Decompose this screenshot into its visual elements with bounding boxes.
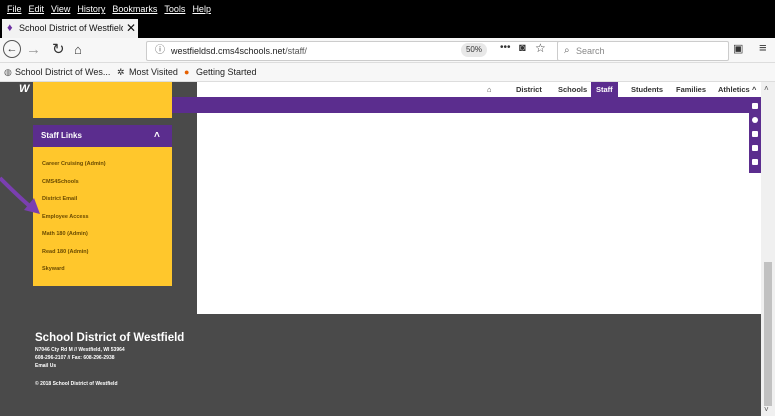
nav-schools[interactable]: Schools <box>558 82 587 97</box>
staff-link-cms4schools[interactable]: CMS4Schools <box>42 179 79 185</box>
footer-copyright: © 2018 School District of Westfield <box>35 381 118 387</box>
quick-link-icon[interactable] <box>752 103 758 109</box>
url-path: /staff/ <box>285 46 307 56</box>
menu-bar: File Edit View History Bookmarks Tools Help <box>0 0 775 19</box>
back-button[interactable]: ← <box>3 40 21 58</box>
site-info-icon[interactable]: ⓘ <box>155 42 165 60</box>
chevron-up-icon[interactable]: ˄ <box>154 125 160 147</box>
tab-close-icon[interactable]: ✕ <box>126 19 136 38</box>
menu-file[interactable]: File <box>7 0 22 19</box>
sidebar-top-panel <box>33 82 172 118</box>
bookmark-school-district[interactable]: School District of Wes... <box>15 63 110 81</box>
menu-tools[interactable]: Tools <box>164 0 185 19</box>
site-top-nav: ⌂ District Schools Staff Students Famili… <box>197 82 761 97</box>
bookmark-getting-started[interactable]: Getting Started <box>196 63 257 81</box>
bookmark-most-visited[interactable]: Most Visited <box>129 63 178 81</box>
nav-athletics[interactable]: Athletics <box>718 82 750 97</box>
bookmark-star-icon[interactable]: ☆ <box>535 41 546 55</box>
sidebar-toggle-icon[interactable]: ▣ <box>733 42 743 55</box>
search-placeholder: Search <box>576 46 605 56</box>
menu-view[interactable]: View <box>51 0 70 19</box>
nav-district[interactable]: District <box>516 82 542 97</box>
menu-help[interactable]: Help <box>192 0 211 19</box>
district-logo-icon[interactable]: W <box>19 83 29 95</box>
quick-link-icon[interactable] <box>752 117 758 123</box>
zoom-indicator[interactable]: 50% <box>461 43 487 57</box>
page-actions-icon[interactable]: ••• <box>500 42 511 53</box>
forward-button[interactable]: → <box>26 41 41 59</box>
calendar-icon[interactable] <box>752 145 758 151</box>
quick-link-icon[interactable] <box>752 131 758 137</box>
menu-edit[interactable]: Edit <box>29 0 45 19</box>
url-text: westfieldsd.cms4schools.net/staff/ <box>171 42 307 60</box>
search-input[interactable]: ⌕ Search <box>557 41 729 61</box>
footer-phone: 608-296-2107 // Fax: 608-296-2938 <box>35 355 115 361</box>
hamburger-menu-icon[interactable]: ≡ <box>759 40 767 55</box>
footer-title: School District of Westfield <box>35 332 185 344</box>
home-icon[interactable]: ⌂ <box>487 82 492 97</box>
staff-link-skyward[interactable]: Skyward <box>42 266 65 272</box>
staff-links-header[interactable]: Staff Links ˄ <box>33 125 172 147</box>
scroll-up-icon[interactable]: ˄ <box>764 84 769 93</box>
chevron-up-icon[interactable]: ^ <box>752 82 756 97</box>
reload-button[interactable]: ↻ <box>52 41 65 59</box>
search-icon: ⌕ <box>564 45 570 56</box>
purple-banner <box>172 97 761 113</box>
favicon-icon: ♦ <box>7 22 13 34</box>
nav-families[interactable]: Families <box>676 82 706 97</box>
staff-link-district-email[interactable]: District Email <box>42 196 77 202</box>
footer-address: N7046 Cty Rd M // Westfield, WI 53964 <box>35 347 125 353</box>
nav-students[interactable]: Students <box>631 82 663 97</box>
staff-link-employee-access[interactable]: Employee Access <box>42 214 89 220</box>
staff-link-math-180[interactable]: Math 180 (Admin) <box>42 231 88 237</box>
staff-link-read-180[interactable]: Read 180 (Admin) <box>42 249 88 255</box>
annotation-arrow-icon <box>0 176 40 214</box>
bookmarks-toolbar: ◍ School District of Wes... ✲ Most Visit… <box>0 63 775 82</box>
staff-link-career-cruising[interactable]: Career Cruising (Admin) <box>42 161 106 167</box>
staff-links-title: Staff Links <box>41 131 82 140</box>
url-host: westfieldsd.cms4schools.net <box>171 46 286 56</box>
browser-tab[interactable]: ♦ School District of Westfield - N ✕ <box>2 19 138 38</box>
gear-icon: ✲ <box>117 67 125 77</box>
globe-icon: ◍ <box>4 67 12 77</box>
footer-email-link[interactable]: Email Us <box>35 363 56 369</box>
menu-history[interactable]: History <box>77 0 105 19</box>
tab-title: School District of Westfield - N <box>19 23 123 33</box>
home-button[interactable]: ⌂ <box>74 41 82 59</box>
pocket-icon[interactable]: ◙ <box>519 42 526 54</box>
nav-staff[interactable]: Staff <box>591 82 618 97</box>
menu-bookmarks[interactable]: Bookmarks <box>112 0 157 19</box>
scrollbar-thumb[interactable] <box>764 262 772 406</box>
firefox-icon: ● <box>184 67 190 77</box>
scroll-down-icon[interactable]: ˅ <box>764 405 769 414</box>
main-content-area <box>197 113 761 314</box>
quick-link-icon[interactable] <box>752 159 758 165</box>
